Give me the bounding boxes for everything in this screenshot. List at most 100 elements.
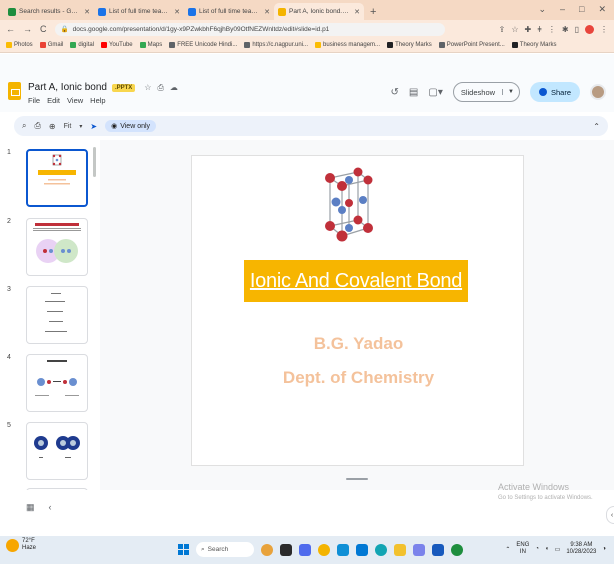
bookmark-item[interactable]: YouTube xyxy=(101,42,133,48)
reload-icon[interactable]: C xyxy=(40,24,47,34)
slide-thumbnail-1[interactable] xyxy=(26,149,88,207)
chevron-down-icon[interactable]: ▼ xyxy=(502,89,519,95)
menu-edit[interactable]: Edit xyxy=(47,96,60,105)
star-icon[interactable]: ☆ xyxy=(144,83,151,93)
browser-tab-drive[interactable]: Search results - Google Drive ✕ xyxy=(4,3,94,20)
search-icon[interactable]: ⌕ xyxy=(22,121,26,131)
battery-icon[interactable]: ▭ xyxy=(555,546,561,553)
close-tab-icon[interactable]: ✕ xyxy=(354,8,360,16)
store-app-icon[interactable] xyxy=(356,543,368,556)
side-panel-toggle[interactable]: ‹ xyxy=(606,506,614,524)
eye-icon: ◉ xyxy=(111,123,118,130)
move-folder-icon[interactable]: ⎙ xyxy=(157,83,163,93)
print-icon[interactable]: ⎙ xyxy=(34,121,40,131)
comments-icon[interactable]: ▤ xyxy=(409,87,418,98)
word-app-icon[interactable] xyxy=(432,543,444,556)
slide-thumbnail-3[interactable] xyxy=(26,286,88,344)
slide-thumbnail-4[interactable] xyxy=(26,354,88,412)
task-view-icon[interactable] xyxy=(280,543,292,556)
browser-tab-sheet-2[interactable]: List of full time teachers (CT22 ✕ xyxy=(184,3,274,20)
document-title[interactable]: Part A, Ionic bond xyxy=(28,82,107,93)
google-slides-logo[interactable] xyxy=(8,82,21,100)
profile-app-icon[interactable] xyxy=(261,543,273,556)
forward-arrow-icon[interactable]: → xyxy=(23,24,32,34)
star-bookmark-icon[interactable]: ☆ xyxy=(511,25,518,34)
new-tab-button[interactable]: + xyxy=(364,6,382,20)
language-indicator[interactable]: ENG IN xyxy=(516,542,529,556)
back-arrow-icon[interactable]: ← xyxy=(6,24,15,34)
collapse-filmstrip-icon[interactable]: ‹ xyxy=(49,502,52,513)
browser-tab-sheet-1[interactable]: List of full time teachers google ✕ xyxy=(94,3,184,20)
bookmark-item[interactable]: https://c.nagpur.uni... xyxy=(244,42,308,48)
weather-condition: Haze xyxy=(22,545,37,552)
slideshow-button[interactable]: Slideshow ▼ xyxy=(452,82,520,102)
notifications-icon[interactable]: ◑ xyxy=(602,546,606,552)
close-tab-icon[interactable]: ✕ xyxy=(264,8,270,16)
menu-file[interactable]: File xyxy=(28,96,40,105)
close-tab-icon[interactable]: ✕ xyxy=(84,8,90,16)
taskbar-search[interactable]: ⌕ Search xyxy=(196,542,254,557)
teams-app-icon[interactable] xyxy=(413,543,425,556)
bookmark-item[interactable]: business managem... xyxy=(315,42,380,48)
close-tab-icon[interactable]: ✕ xyxy=(174,8,180,16)
bookmark-item[interactable]: Theory Marks xyxy=(511,42,556,48)
menu-view[interactable]: View xyxy=(67,96,83,105)
chrome-app-icon[interactable] xyxy=(318,543,330,556)
grid-view-icon[interactable]: ▦ xyxy=(26,502,35,513)
share-button[interactable]: Share xyxy=(529,82,580,102)
share-page-icon[interactable]: ⇪ xyxy=(499,25,506,34)
weather-widget[interactable]: 72°F Haze xyxy=(6,538,36,552)
chevron-up-icon[interactable]: ⌃ xyxy=(505,546,510,553)
maximize-button[interactable]: □ xyxy=(579,4,584,15)
watermark-title: Activate Windows xyxy=(498,482,570,492)
slide-thumbnail-2[interactable] xyxy=(26,218,88,276)
browser-tab-slides[interactable]: Part A, Ionic bond.pptx - Google ✕ xyxy=(274,3,364,20)
cursor-select-icon[interactable]: ➤ xyxy=(90,122,97,131)
bookmark-item[interactable]: Theory Marks xyxy=(387,42,432,48)
menu-help[interactable]: Help xyxy=(90,96,105,105)
bookmark-item[interactable]: digital xyxy=(70,42,94,48)
bookmark-item[interactable]: Gmail xyxy=(39,42,63,48)
extension-icon[interactable]: ✚ xyxy=(525,25,532,34)
file-explorer-icon[interactable] xyxy=(394,543,406,556)
sidebar-icon[interactable]: ▯ xyxy=(575,25,579,34)
browser-menu-icon[interactable]: ⋮ xyxy=(600,25,608,34)
edge-app-icon[interactable] xyxy=(337,543,349,556)
profile-avatar[interactable] xyxy=(585,24,594,34)
collapse-toolbar-icon[interactable]: ⌃ xyxy=(593,122,600,131)
speaker-notes-handle[interactable] xyxy=(346,478,368,480)
view-only-button[interactable]: ◉ View only xyxy=(105,120,157,132)
wifi-icon[interactable]: ◔ xyxy=(535,546,539,552)
slide-thumbnail-5[interactable] xyxy=(26,422,88,480)
share-label: Share xyxy=(550,87,571,97)
maps-app-icon[interactable] xyxy=(451,543,463,556)
volume-icon[interactable]: ◖ xyxy=(545,546,549,552)
site-info-icon[interactable]: 🔒 xyxy=(61,25,69,33)
bookmark-item[interactable]: PowerPoint Present... xyxy=(438,42,505,48)
url-field[interactable]: 🔒 docs.google.com/presentation/d/1gy-x9P… xyxy=(54,22,445,36)
cloud-status-icon[interactable]: ☁ xyxy=(170,83,178,93)
meet-icon[interactable]: ▢▾ xyxy=(428,87,442,98)
history-icon[interactable]: ↺ xyxy=(391,87,399,98)
minimize-button[interactable]: – xyxy=(560,4,565,15)
bookmark-item[interactable]: FREE Unicode Hindi... xyxy=(169,42,237,48)
extension-icon[interactable]: ǂ xyxy=(537,25,542,34)
tab-search-icon[interactable]: ⌄ xyxy=(538,4,546,15)
menu-dots-icon[interactable]: ⋮ xyxy=(548,25,556,34)
close-window-button[interactable]: ✕ xyxy=(598,4,606,15)
chevron-down-icon[interactable]: ▾ xyxy=(79,123,82,130)
slide-number: 5 xyxy=(7,422,11,429)
zoom-icon[interactable]: ⊕ xyxy=(49,122,56,131)
chat-app-icon[interactable] xyxy=(299,543,311,556)
puzzle-extensions-icon[interactable]: ✱ xyxy=(562,25,569,34)
edge-browser-icon[interactable] xyxy=(375,543,387,556)
account-avatar[interactable] xyxy=(590,84,606,100)
bookmark-item[interactable]: Photos xyxy=(6,42,33,48)
windows-start-icon[interactable] xyxy=(178,544,189,555)
clock[interactable]: 9:38 AM 10/28/2023 xyxy=(566,542,596,556)
bookmark-item[interactable]: Maps xyxy=(139,42,162,48)
zoom-select[interactable]: Fit xyxy=(64,123,72,130)
slide-thumbnail-6[interactable] xyxy=(26,488,88,490)
document-title-row: Part A, Ionic bond .PPTX ☆ ⎙ ☁ xyxy=(28,82,178,93)
filmstrip-scrollbar[interactable] xyxy=(93,147,96,177)
